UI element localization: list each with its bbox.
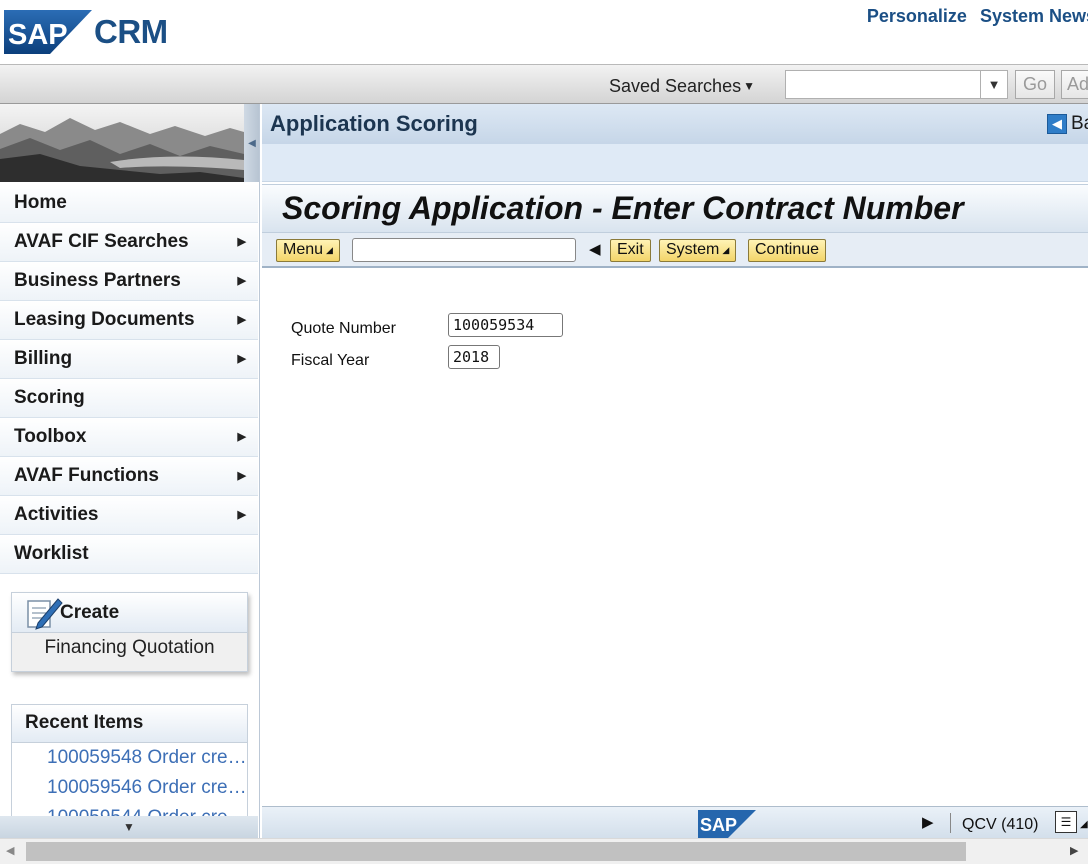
svg-text:SAP: SAP xyxy=(700,815,737,835)
status-separator xyxy=(950,813,951,833)
menu-triangle-icon: ◢ xyxy=(326,245,333,255)
nav-item-toolbox[interactable]: Toolbox ▶ xyxy=(0,418,258,457)
scroll-down-icon[interactable]: ▼ xyxy=(0,816,258,838)
saved-searches-menu[interactable]: Saved Searches ▼ xyxy=(609,76,755,97)
page-title: Application Scoring xyxy=(270,111,478,136)
submenu-arrow-icon: ▶ xyxy=(237,275,246,287)
create-header: Create xyxy=(12,593,247,633)
system-button[interactable]: System ◢ xyxy=(659,239,737,262)
sapgui-title-bar: Scoring Application - Enter Contract Num… xyxy=(262,184,1088,232)
saved-search-select[interactable]: ▼ xyxy=(785,70,1008,99)
submenu-arrow-icon: ▶ xyxy=(237,431,246,443)
submenu-arrow-icon: ▶ xyxy=(237,353,246,365)
nav-item-business-partners[interactable]: Business Partners ▶ xyxy=(0,262,258,301)
fiscal-year-input[interactable]: 2018 xyxy=(448,345,500,369)
nav-item-home[interactable]: Home xyxy=(0,184,258,223)
recent-item[interactable]: 100059546 Order created xyxy=(12,773,247,803)
personalize-link[interactable]: Personalize xyxy=(867,6,967,26)
quote-number-input[interactable]: 100059534 xyxy=(448,313,563,337)
work-area: Application Scoring ◀ Back Scoring Appli… xyxy=(262,104,1088,838)
dropdown-arrow-icon[interactable]: ▼ xyxy=(980,71,1007,98)
work-area-title-bar: Application Scoring ◀ Back xyxy=(262,104,1088,144)
nav-item-leasing-documents[interactable]: Leasing Documents ▶ xyxy=(0,301,258,340)
header: SAP CRM Personalize System News xyxy=(0,0,1088,64)
transaction-title: Scoring Application - Enter Contract Num… xyxy=(282,190,964,226)
saved-search-bar: Saved Searches▼ ▼ Go Advanced xyxy=(0,64,1088,104)
navigation-bar: ◀ Home AVAF CIF Searches ▶ Business Partn… xyxy=(0,104,260,838)
recent-item[interactable]: 100059548 Order created xyxy=(12,743,247,773)
quote-number-label: Quote Number xyxy=(291,320,396,337)
system-news-link[interactable]: System News xyxy=(980,6,1088,26)
nav-item-scoring[interactable]: Scoring xyxy=(0,379,258,418)
horizontal-scrollbar[interactable]: ◀ ▶ xyxy=(0,838,1088,864)
nav-item-avaf-functions[interactable]: AVAF Functions ▶ xyxy=(0,457,258,496)
back-label: Back xyxy=(1071,113,1088,134)
sap-status-logo: SAP xyxy=(698,810,756,838)
nav-item-activities[interactable]: Activities ▶ xyxy=(0,496,258,535)
nav-item-label: Leasing Documents xyxy=(14,309,195,330)
work-area-subheader xyxy=(262,144,1088,182)
system-triangle-icon: ◢ xyxy=(722,245,730,255)
status-flag-icon: ◢ xyxy=(1080,819,1088,830)
expand-status-icon[interactable]: ▶ xyxy=(922,813,934,831)
create-pencil-icon xyxy=(27,597,63,630)
crm-logo-text: CRM xyxy=(94,13,168,50)
submenu-arrow-icon: ▶ xyxy=(237,470,246,482)
nav-item-label: Activities xyxy=(14,504,99,525)
nav-item-label: Home xyxy=(14,192,67,213)
nav-item-label: Toolbox xyxy=(14,426,87,447)
continue-button[interactable]: Continue xyxy=(748,239,827,262)
svg-text:SAP: SAP xyxy=(8,19,68,51)
submenu-arrow-icon: ▶ xyxy=(237,314,246,326)
scroll-left-icon[interactable]: ◀ xyxy=(6,844,14,857)
submenu-arrow-icon: ▶ xyxy=(237,236,246,248)
caret-down-icon: ▼ xyxy=(743,79,755,93)
menu-button[interactable]: Menu ◢ xyxy=(276,239,340,262)
nav-item-label: Scoring xyxy=(14,387,85,408)
nav-item-label: Worklist xyxy=(14,543,89,564)
recent-items-title: Recent Items xyxy=(12,705,247,743)
landscape-image xyxy=(0,104,244,182)
system-button-label: System xyxy=(666,241,720,258)
back-arrow-icon: ◀ xyxy=(1047,114,1067,134)
command-field[interactable] xyxy=(352,238,576,262)
top-links: Personalize System News xyxy=(859,6,1088,27)
scrollbar-thumb[interactable] xyxy=(26,842,966,861)
back-button[interactable]: ◀ Back xyxy=(1047,113,1088,135)
go-button[interactable]: Go xyxy=(1015,70,1055,99)
exit-button[interactable]: Exit xyxy=(610,239,651,262)
nav-item-billing[interactable]: Billing ▶ xyxy=(0,340,258,379)
sap-logo: SAP xyxy=(4,10,92,54)
nav-item-label: Business Partners xyxy=(14,270,181,291)
advanced-button[interactable]: Advanced xyxy=(1061,70,1088,99)
system-client-info: QCV (410) xyxy=(962,816,1039,833)
saved-searches-label: Saved Searches xyxy=(609,76,742,96)
scroll-right-icon[interactable]: ▶ xyxy=(1070,844,1078,857)
log-list-icon[interactable]: ☰ xyxy=(1055,811,1077,833)
nav-list: Home AVAF CIF Searches ▶ Business Partner… xyxy=(0,184,258,574)
nav-item-label: AVAF CIF Searches xyxy=(14,231,189,252)
collapse-nav-icon[interactable]: ◀ xyxy=(244,104,259,182)
nav-item-avaf-cif-searches[interactable]: AVAF CIF Searches ▶ xyxy=(0,223,258,262)
nav-item-worklist[interactable]: Worklist xyxy=(0,535,258,574)
fiscal-year-label: Fiscal Year xyxy=(291,352,370,369)
command-history-arrow-icon[interactable]: ◀ xyxy=(589,240,601,258)
create-title: Create xyxy=(60,601,120,623)
submenu-arrow-icon: ▶ xyxy=(237,509,246,521)
sap-crm-logo: SAP CRM xyxy=(4,10,168,54)
financing-quotation-link[interactable]: Financing Quotation xyxy=(12,633,247,671)
status-bar: SAP ▶ QCV (410) ☰ ◢ xyxy=(262,806,1088,838)
menu-button-label: Menu xyxy=(283,241,324,258)
nav-item-label: Billing xyxy=(14,348,73,369)
sapgui-toolbar: Menu ◢ ◀ Exit System ◢ Continue xyxy=(262,232,1088,268)
nav-item-label: AVAF Functions xyxy=(14,465,159,486)
selection-screen: Quote Number 100059534 Fiscal Year 2018 xyxy=(262,268,1088,806)
create-panel: Create Financing Quotation xyxy=(11,592,248,672)
